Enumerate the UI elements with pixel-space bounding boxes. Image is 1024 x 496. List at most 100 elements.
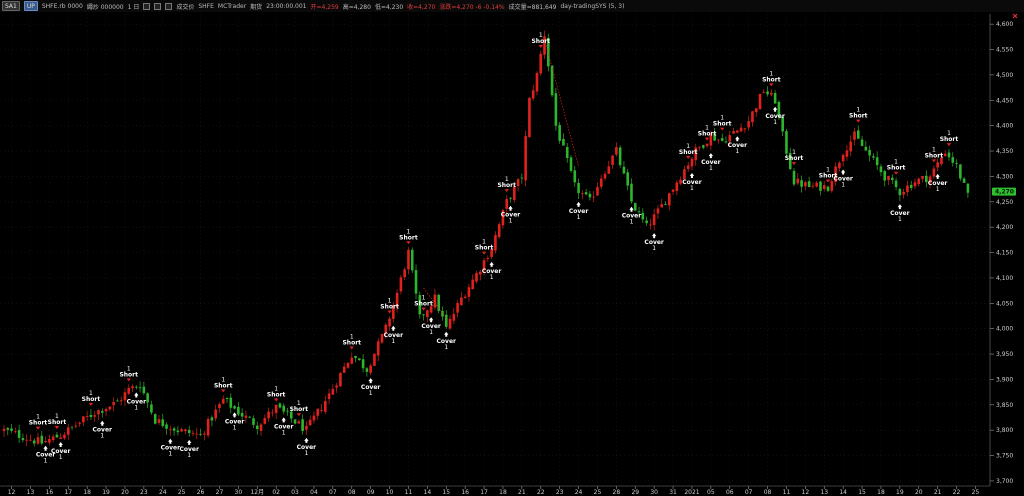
short-label: Short [214,382,233,389]
candle [274,404,278,413]
date-tick-label: 23 [556,489,564,496]
cover-qty: 1 [282,429,286,436]
candle [339,372,342,387]
candle [70,426,74,428]
short-label: Short [849,113,868,120]
price-tick-label: 3,900 [996,376,1013,383]
up-button[interactable]: UP [23,1,38,11]
candle [626,172,629,186]
short-qty: 1 [221,376,225,383]
date-tick-label: 25 [178,489,186,496]
cover-qty: 1 [369,390,373,397]
candle [463,296,467,298]
date-tick-label: 14 [424,489,432,496]
candle [324,401,327,412]
candle [864,146,868,151]
price-tick-label: 4,150 [996,250,1013,257]
candle [157,419,161,423]
candle [100,411,104,413]
date-tick-label: 17 [480,489,488,496]
bar-type-icon[interactable] [143,2,151,10]
date-tick-label: 11 [405,489,413,496]
candle [169,429,172,431]
price-tick-label: 4,500 [996,72,1013,79]
cover-qty: 1 [44,458,48,465]
candle [883,171,887,181]
candle [739,127,743,132]
candle [959,164,962,179]
cover-qty: 1 [134,405,138,412]
candle [830,181,834,191]
candle [649,224,652,226]
price-tick-label: 4,600 [996,21,1013,28]
short-label: Short [497,182,516,189]
candle [263,418,267,424]
candle [55,434,59,438]
candle [494,235,497,251]
cover-qty: 1 [690,185,694,192]
candle [282,405,286,412]
candle [82,416,85,423]
candle [25,439,28,441]
short-label: Short [29,420,48,427]
date-tick-label: 22 [537,489,545,496]
candle [346,362,350,368]
cover-qty: 1 [709,165,713,172]
candle [475,272,478,282]
candle [683,169,686,179]
candle [509,197,512,199]
candle [44,441,47,443]
candle [702,145,705,148]
cover-qty: 1 [168,451,172,458]
cover-qty: 1 [304,450,308,457]
short-qty: 1 [505,176,509,183]
candle [116,400,119,402]
candle [456,303,459,313]
candle [815,182,818,187]
period-label[interactable]: 1 日 [128,2,140,11]
candle [622,166,626,174]
candle [732,131,735,134]
candle [308,419,312,426]
price-tick-label: 3,800 [996,427,1013,434]
candle [335,385,338,388]
date-tick-label: 12 [802,489,810,496]
candle [596,187,599,196]
symbol-button[interactable]: SA1 [2,1,20,11]
candle [603,173,607,179]
candle [153,414,157,424]
time-label: 23:00:00.001 [266,2,307,10]
candle [720,138,724,141]
cover-qty: 1 [773,119,777,126]
date-tick-label: 06 [726,489,734,496]
candle [611,155,614,165]
wave-label: 繩炒 000000 [86,3,124,11]
short-label: Short [342,340,361,347]
candle [361,359,365,369]
candle-icon[interactable] [154,2,162,10]
candle [460,297,463,305]
candle [331,388,335,395]
grid-icon[interactable] [165,2,173,10]
candle [433,294,437,308]
candle [74,425,78,427]
candle [645,220,648,224]
candle [354,355,357,358]
price-tick-label: 3,700 [996,478,1013,485]
candle [906,185,909,193]
candle [822,185,826,190]
short-label: Short [679,149,698,156]
short-label: Short [414,301,433,308]
short-label: Short [267,392,286,399]
low-value: 低=4,230 [374,3,404,11]
date-tick-label: 30 [650,489,658,496]
candle [108,406,112,410]
candle [135,386,138,388]
candle [641,212,645,220]
mode-label[interactable]: 成交价 [176,2,194,11]
candle [150,404,153,413]
candle [218,404,221,408]
candle [89,414,93,417]
candle [698,146,701,148]
candle [255,425,259,430]
